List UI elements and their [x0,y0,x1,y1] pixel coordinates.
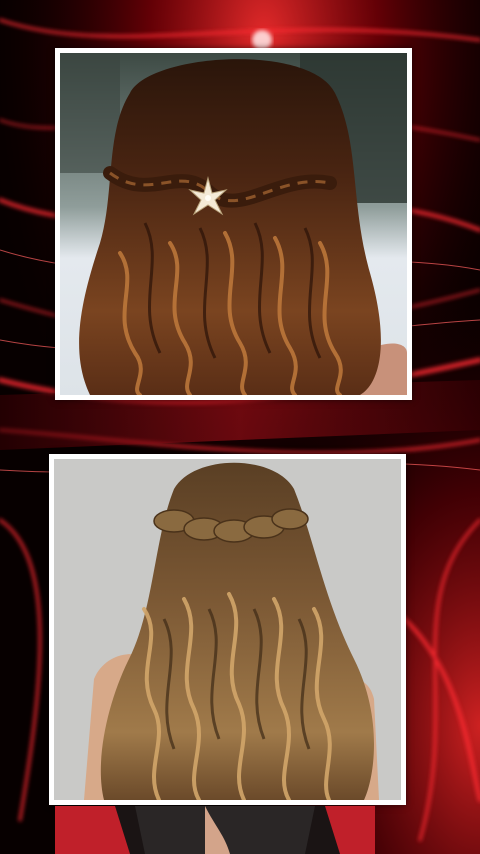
hair-photo-2 [54,459,401,800]
garment-strip [55,806,375,854]
photo-card-1 [55,48,412,400]
photo-card-2 [49,454,406,805]
hair-photo-1 [60,53,407,395]
